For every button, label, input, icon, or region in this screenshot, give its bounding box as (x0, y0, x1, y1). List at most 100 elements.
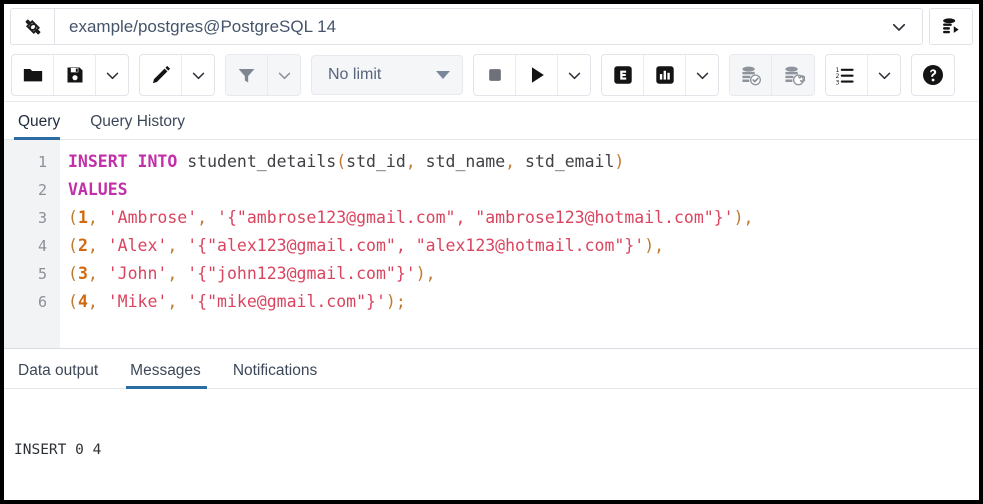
code-token: ), (415, 264, 436, 283)
query-toolbar: No limit 1 2 3 (4, 49, 979, 102)
tab-messages[interactable]: Messages (126, 362, 207, 389)
filter-options-caret[interactable] (268, 55, 300, 95)
line-number: 4 (37, 237, 47, 255)
code-token: ), (733, 208, 754, 227)
code-token: , (197, 208, 218, 227)
explain-options-caret[interactable] (686, 55, 718, 95)
message-line-1: INSERT 0 4 (14, 442, 102, 458)
execute-query-button[interactable] (516, 55, 558, 95)
code-token: ( (336, 152, 347, 171)
macros-options-caret[interactable] (868, 55, 900, 95)
tab-query-history-label: Query History (90, 113, 185, 130)
code-token: std_email (525, 152, 615, 171)
code-token: 'Ambrose' (107, 208, 198, 227)
code-token: '{"mike@gmail.com"}' (187, 292, 386, 311)
output-tab-bar: Data output Messages Notifications (4, 349, 979, 389)
code-token: student_details (177, 152, 337, 171)
code-token: , (87, 292, 108, 311)
line-number: 6 (37, 293, 47, 311)
sql-code-area[interactable]: INSERT INTO student_details(std_id, std_… (60, 140, 979, 348)
line-number: 1 (37, 153, 47, 171)
code-token: ( (68, 264, 78, 283)
edit-group (139, 54, 215, 96)
code-token: , (87, 208, 108, 227)
code-line: VALUES (68, 176, 979, 204)
line-number-gutter: 1 2 3 4 5 6 (4, 140, 60, 348)
tab-notifications[interactable]: Notifications (229, 362, 323, 388)
open-file-button[interactable] (12, 55, 54, 95)
code-token: ) (614, 152, 625, 171)
connection-value: example/postgres@PostgreSQL 14 (69, 16, 337, 36)
code-token: 4 (77, 292, 88, 311)
code-token: ); (385, 292, 406, 311)
code-token: ( (68, 208, 78, 227)
code-token: , (167, 264, 188, 283)
transaction-group (729, 54, 815, 96)
tab-query-label: Query (18, 113, 61, 130)
code-token: ( (68, 292, 78, 311)
line-number: 2 (37, 181, 47, 199)
macros-list-icon[interactable]: 1 2 3 (826, 55, 868, 95)
code-token: 1 (77, 208, 88, 227)
filter-group (225, 54, 301, 96)
save-options-caret[interactable] (96, 55, 128, 95)
macros-group: 1 2 3 (825, 54, 901, 96)
code-token: 'John' (107, 264, 168, 283)
explain-button[interactable] (602, 55, 644, 95)
code-token: '{"ambrose123@gmail.com", "ambrose123@ho… (217, 208, 734, 227)
edit-options-caret[interactable] (182, 55, 214, 95)
execute-options-caret[interactable] (558, 55, 590, 95)
save-file-button[interactable] (54, 55, 96, 95)
edit-pencil-button[interactable] (140, 55, 182, 95)
code-token: , (87, 264, 108, 283)
code-token: , (167, 236, 188, 255)
commit-button[interactable] (730, 55, 772, 95)
code-line: (4, 'Mike', '{"mike@gmail.com"}'); (68, 288, 979, 316)
connection-bar: example/postgres@PostgreSQL 14 (4, 4, 979, 49)
file-group (11, 54, 129, 96)
execute-group (473, 54, 591, 96)
editor-tab-bar: Query Query History (4, 102, 979, 140)
help-button[interactable] (912, 55, 954, 95)
row-limit-select[interactable]: No limit (311, 55, 463, 95)
chevron-down-icon[interactable] (886, 18, 912, 36)
tab-data-output[interactable]: Data output (14, 362, 104, 388)
database-connect-icon[interactable] (929, 8, 973, 45)
explain-analyze-button[interactable] (644, 55, 686, 95)
tab-notifications-label: Notifications (232, 362, 318, 379)
sql-editor[interactable]: 1 2 3 4 5 6 INSERT INTO student_details(std_i… (4, 140, 979, 349)
stop-query-button[interactable] (474, 55, 516, 95)
code-token: ( (68, 236, 78, 255)
code-token: 'Alex' (107, 236, 168, 255)
code-token: , (405, 152, 426, 171)
code-token: 'Mike' (107, 292, 168, 311)
code-line: (1, 'Ambrose', '{"ambrose123@gmail.com",… (68, 204, 979, 232)
line-number: 3 (37, 209, 47, 227)
code-token: VALUES (68, 180, 128, 199)
code-token: 2 (77, 236, 88, 255)
tab-data-output-label: Data output (18, 362, 99, 379)
code-token: std_name (425, 152, 506, 171)
code-line: (3, 'John', '{"john123@gmail.com"}'), (68, 260, 979, 288)
chevron-down-icon (436, 71, 450, 79)
messages-panel: INSERT 0 4 Query returned successfully i… (4, 389, 979, 500)
help-group (911, 54, 955, 96)
line-number: 5 (37, 265, 47, 283)
code-line: (2, 'Alex', '{"alex123@gmail.com", "alex… (68, 232, 979, 260)
tab-query[interactable]: Query (14, 113, 72, 140)
tab-messages-label: Messages (130, 362, 201, 379)
rollback-button[interactable] (772, 55, 814, 95)
svg-text:3: 3 (835, 79, 839, 86)
code-token: , (505, 152, 526, 171)
code-token: ), (644, 236, 665, 255)
code-token: , (87, 236, 108, 255)
code-token: INSERT INTO (68, 152, 178, 171)
connection-select[interactable]: example/postgres@PostgreSQL 14 (54, 8, 923, 45)
row-limit-value: No limit (328, 66, 382, 83)
filter-button[interactable] (226, 55, 268, 95)
tab-query-history[interactable]: Query History (86, 113, 197, 139)
code-line: INSERT INTO student_details(std_id, std_… (68, 148, 979, 176)
code-token: , (167, 292, 188, 311)
code-token: 3 (77, 264, 88, 283)
